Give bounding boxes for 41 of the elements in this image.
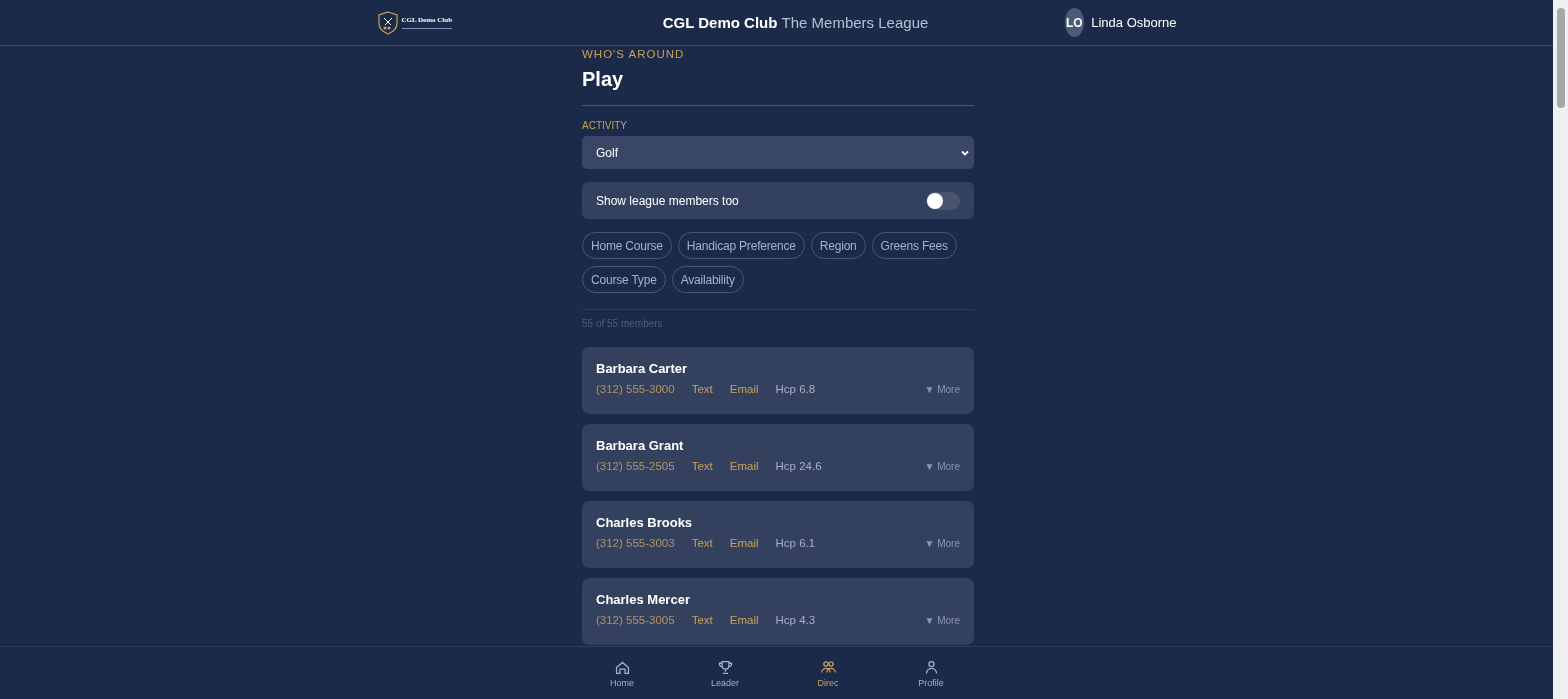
handicap-text: Hcp 4.3: [775, 614, 816, 626]
nav-tab[interactable]: Leader: [695, 647, 755, 699]
phone-link[interactable]: (312) 555-3005: [596, 614, 675, 626]
phone-link[interactable]: (312) 555-3003: [596, 537, 675, 549]
nav-tab[interactable]: Profile: [901, 647, 961, 699]
app-title: CGL Demo Club The Members League: [662, 14, 929, 31]
section-eyebrow: WHO'S AROUND: [582, 48, 686, 60]
text-link[interactable]: Text: [691, 614, 713, 626]
trophy-icon: [716, 658, 734, 676]
toggle-label: Show league members too: [596, 193, 739, 208]
handicap-text: Hcp 6.1: [775, 537, 816, 549]
handicap-text: Hcp 6.8: [775, 383, 816, 395]
text-link[interactable]: Text: [691, 460, 713, 472]
more-toggle[interactable]: ▼ More: [924, 383, 960, 395]
page-title: Play: [582, 68, 974, 106]
member-name: Barbara Grant: [596, 438, 685, 453]
email-link[interactable]: Email: [729, 537, 759, 549]
activity-select[interactable]: Golf: [582, 136, 974, 169]
activity-label: ACTIVITY: [582, 120, 628, 131]
league-switch[interactable]: [926, 191, 960, 210]
phone-link[interactable]: (312) 555-2505: [596, 460, 675, 472]
more-toggle[interactable]: ▼ More: [924, 537, 960, 549]
user-avatar[interactable]: LO: [1064, 8, 1085, 37]
more-toggle[interactable]: ▼ More: [924, 614, 960, 626]
text-link[interactable]: Text: [691, 537, 713, 549]
member-name: Charles Mercer: [596, 592, 691, 607]
text-link[interactable]: Text: [691, 383, 713, 395]
people-icon: [819, 658, 837, 676]
user-name: Linda Osborne: [1091, 15, 1177, 30]
email-link[interactable]: Email: [729, 383, 759, 395]
handicap-text: Hcp 24.6: [775, 460, 822, 472]
nav-tab[interactable]: Direc: [798, 647, 858, 699]
member-name: Barbara Carter: [596, 361, 689, 376]
scrollbar[interactable]: [1553, 0, 1568, 699]
shield-logo-icon: [376, 10, 399, 35]
nav-tab[interactable]: Home: [592, 647, 652, 699]
member-name: Charles Brooks: [596, 515, 694, 530]
email-link[interactable]: Email: [729, 460, 759, 472]
email-link[interactable]: Email: [729, 614, 759, 626]
more-toggle[interactable]: ▼ More: [924, 460, 960, 472]
phone-link[interactable]: (312) 555-3000: [596, 383, 675, 395]
